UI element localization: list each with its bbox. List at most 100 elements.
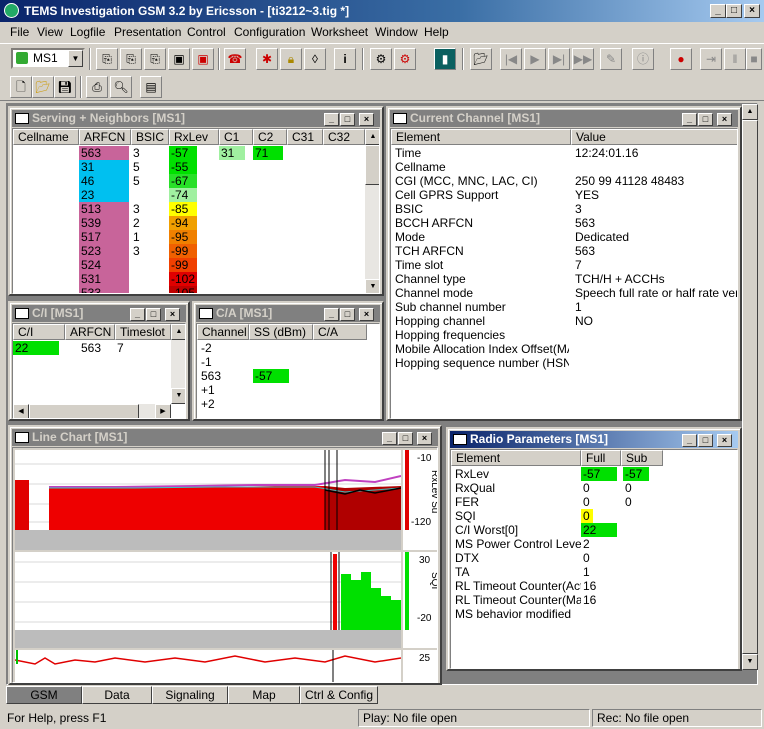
minimize-icon[interactable]: _ [710,4,726,18]
menu-help[interactable]: Help [424,25,449,39]
close-icon[interactable]: × [417,432,432,445]
disconnect-icon[interactable]: ⎘ [120,48,142,70]
column-header[interactable]: ARFCN [65,324,115,340]
scroll-thumb[interactable] [29,404,139,418]
connect-icon[interactable]: ⎘ [96,48,118,70]
open-icon[interactable]: 📂︎ [32,76,54,98]
column-header[interactable]: BSIC [131,129,169,145]
scroll-right-icon[interactable]: ▶ [155,404,171,418]
serving-neighbors-title[interactable]: Serving + Neighbors [MS1] _ □ × [12,110,380,127]
column-header[interactable]: Sub [621,450,663,466]
column-header[interactable]: C/I [13,324,65,340]
tab-signaling[interactable]: Signaling [152,686,228,704]
save-icon[interactable]: 💾︎ [54,76,76,98]
maximize-icon[interactable]: □ [398,432,413,445]
menu-configuration[interactable]: Configuration [234,25,305,39]
horizontal-scrollbar[interactable]: ◀ ▶ [13,404,171,418]
lock-icon[interactable]: ✱ [256,48,278,70]
insert-filemark-icon[interactable]: ⇥ [700,48,722,70]
minimize-icon[interactable]: _ [682,434,697,447]
ca-title[interactable]: C/A [MS1] _ □ × [196,305,380,322]
logfile-info-icon[interactable]: ⓘ [632,48,654,70]
new-icon[interactable]: 🗋︎ [10,76,32,98]
maximize-icon[interactable]: □ [146,308,161,321]
tab-map[interactable]: Map [228,686,300,704]
tab-data[interactable]: Data [82,686,152,704]
ci-window[interactable]: C/I [MS1] _ □ × C/I ARFCN Timeslot 22 563 … [8,301,190,421]
menu-worksheet[interactable]: Worksheet [311,25,368,39]
padlock-icon[interactable]: 🔒︎ [280,48,302,70]
chevron-down-icon[interactable]: ▼ [68,50,83,67]
scroll-left-icon[interactable]: ◀ [13,404,29,418]
search-icon[interactable]: ✎ [600,48,622,70]
workspace-vertical-scrollbar[interactable]: ▲ ▼ [742,104,758,670]
scroll-down-icon[interactable]: ▼ [365,279,379,293]
open-logfile-icon[interactable]: 📂︎ [470,48,492,70]
column-header[interactable]: Timeslot [115,324,171,340]
minimize-icon[interactable]: _ [324,113,339,126]
close-icon[interactable]: × [359,113,374,126]
scan-record-icon[interactable]: ⚙ [394,48,416,70]
scan-icon[interactable]: ⚙ [370,48,392,70]
print-icon[interactable]: ⎙ [86,76,108,98]
column-header[interactable]: C2 [253,129,287,145]
menu-presentation[interactable]: Presentation [114,25,181,39]
column-header[interactable]: Cellname [13,129,79,145]
close-icon[interactable]: × [165,308,180,321]
hangup-icon[interactable]: ☎ [224,48,246,70]
close-icon[interactable]: × [717,113,732,126]
scroll-up-icon[interactable]: ▲ [171,324,185,340]
column-header[interactable]: C32 [323,129,365,145]
rewind-icon[interactable]: |◀ [500,48,522,70]
ms-select[interactable]: MS1 ▼ [11,48,85,69]
current-channel-window[interactable]: Current Channel [MS1] _ □ × Element Value … [386,106,742,421]
menu-window[interactable]: Window [375,25,418,39]
column-header[interactable]: Full [581,450,621,466]
pause-icon[interactable]: ‖ [724,48,746,70]
column-header[interactable]: SS (dBm) [249,324,313,340]
close-icon[interactable]: × [744,4,760,18]
minimize-icon[interactable]: _ [130,308,145,321]
book-icon[interactable]: ▮ [434,48,456,70]
column-header[interactable]: C/A [313,324,367,340]
scroll-thumb[interactable] [365,145,379,185]
stop-icon[interactable]: ■ [746,48,762,70]
close-icon[interactable]: × [717,434,732,447]
column-header[interactable]: C31 [287,129,323,145]
connect-all-icon[interactable]: ⎘ [144,48,166,70]
serving-neighbors-window[interactable]: Serving + Neighbors [MS1] _ □ × Cellname A… [8,106,384,296]
equipment-icon[interactable]: ▣ [168,48,190,70]
menu-control[interactable]: Control [187,25,226,39]
record-equipment-icon[interactable]: ▣ [192,48,214,70]
column-header[interactable]: Element [451,450,581,466]
column-header[interactable]: Channel [197,324,249,340]
column-header[interactable]: Element [391,129,571,145]
radio-parameters-title[interactable]: Radio Parameters [MS1] _ □ × [450,431,738,448]
column-header[interactable]: Value [571,129,737,145]
scroll-down-icon[interactable]: ▼ [742,654,758,670]
ca-window[interactable]: C/A [MS1] _ □ × Channel SS (dBm) C/A -2 -1 5… [192,301,384,421]
tab-ctrl-config[interactable]: Ctrl & Config [300,686,378,704]
record-icon[interactable]: ● [670,48,692,70]
ci-title[interactable]: C/I [MS1] _ □ × [12,305,186,322]
line-chart-window[interactable]: Line Chart [MS1] _ □ × -10 -120 RxLev Su… [8,425,442,685]
maximize-icon[interactable]: □ [340,113,355,126]
maximize-icon[interactable]: □ [726,4,742,18]
menu-view[interactable]: View [37,25,63,39]
scroll-thumb[interactable] [742,120,758,654]
vertical-scrollbar[interactable]: ▲ ▼ [365,129,379,293]
menu-logfile[interactable]: Logfile [70,25,105,39]
tab-gsm[interactable]: GSM [6,686,82,704]
vertical-scrollbar[interactable]: ▲ ▼ [171,324,185,404]
column-header[interactable]: RxLev [169,129,219,145]
print-preview-icon[interactable]: 🔍︎ [110,76,132,98]
minimize-icon[interactable]: _ [324,308,339,321]
play-icon[interactable]: ▶ [524,48,546,70]
radio-parameters-window[interactable]: Radio Parameters [MS1] _ □ × Element Full … [446,427,742,671]
info-icon[interactable]: i [334,48,356,70]
step-icon[interactable]: ▶| [548,48,570,70]
minimize-icon[interactable]: _ [682,113,697,126]
maximize-icon[interactable]: □ [698,434,713,447]
current-channel-title[interactable]: Current Channel [MS1] _ □ × [390,110,738,127]
close-icon[interactable]: × [359,308,374,321]
